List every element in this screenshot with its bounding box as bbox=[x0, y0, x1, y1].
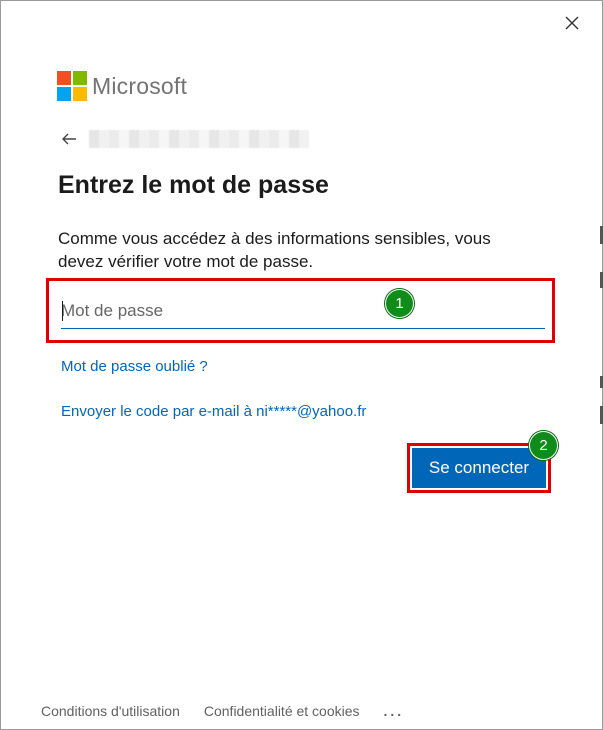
page-title: Entrez le mot de passe bbox=[58, 171, 329, 199]
send-email-code-link[interactable]: Envoyer le code par e-mail à ni*****@yah… bbox=[61, 403, 366, 420]
account-email-blurred bbox=[89, 130, 309, 148]
back-button[interactable] bbox=[61, 129, 81, 149]
description-text: Comme vous accédez à des informations se… bbox=[58, 229, 491, 271]
microsoft-logo: Microsoft bbox=[57, 71, 187, 101]
sign-in-dialog: Microsoft Entrez le mot de passe Comme v… bbox=[0, 0, 603, 730]
microsoft-logo-icon bbox=[57, 71, 87, 101]
footer: Conditions d'utilisation Confidentialité… bbox=[41, 703, 404, 719]
identity-banner bbox=[61, 125, 309, 153]
sign-in-button[interactable]: Se connecter bbox=[412, 448, 546, 488]
password-field-wrapper bbox=[61, 293, 545, 331]
annotation-badge-1: 1 bbox=[385, 289, 414, 318]
privacy-link[interactable]: Confidentialité et cookies bbox=[204, 703, 360, 719]
close-button[interactable] bbox=[556, 7, 588, 39]
forgot-password-link[interactable]: Mot de passe oublié ? bbox=[61, 358, 208, 375]
password-input[interactable] bbox=[61, 293, 545, 329]
terms-link[interactable]: Conditions d'utilisation bbox=[41, 703, 180, 719]
more-options-icon[interactable]: ... bbox=[384, 703, 405, 719]
brand-name: Microsoft bbox=[92, 72, 188, 99]
close-icon bbox=[565, 16, 579, 30]
text-caret bbox=[62, 301, 63, 321]
annotation-badge-2: 2 bbox=[529, 431, 558, 460]
arrow-left-icon bbox=[62, 133, 76, 145]
